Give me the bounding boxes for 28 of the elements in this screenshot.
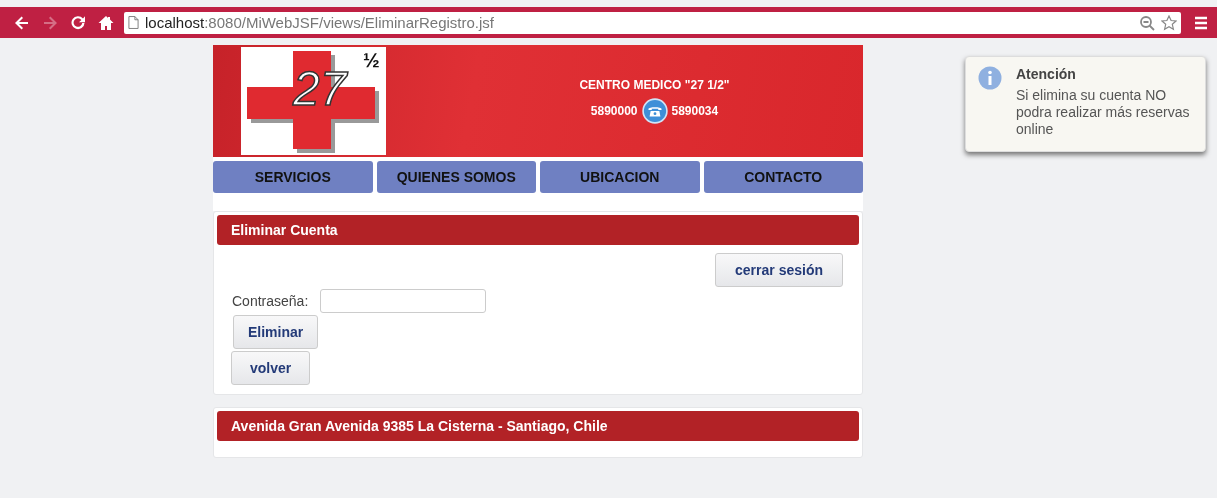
star-icon[interactable] [1161, 14, 1177, 31]
nav-link[interactable]: SERVICIOS [213, 161, 373, 193]
home-icon[interactable] [98, 14, 114, 31]
address-text: Avenida Gran Avenida 9385 La Cisterna - Santiago, Chile [217, 411, 859, 441]
menu-icon[interactable] [1193, 14, 1209, 31]
zoom-out-icon[interactable] [1139, 14, 1155, 31]
info-icon [978, 66, 1002, 90]
phone-number: 5890000 [590, 104, 638, 118]
nav-link[interactable]: UBICACION [540, 161, 700, 193]
logout-button[interactable]: cerrar sesión [715, 253, 843, 287]
clinic-name: CENTRO MEDICO "27 1/2" [579, 78, 730, 92]
notification-message: Si elimina su cuenta NO podra realizar más reservas online [1016, 87, 1191, 138]
password-field[interactable] [320, 289, 487, 313]
nav-link[interactable]: CONTACTO [703, 161, 863, 193]
address-bar[interactable]: localhost:8080/MiWebJSF/views/EliminarRegistro.jsf [124, 11, 1181, 34]
password-label: Contraseña: [232, 293, 309, 309]
page-icon [128, 16, 139, 29]
logo-fraction: ½ [363, 49, 380, 72]
reload-icon[interactable] [70, 14, 86, 31]
panel-title: Eliminar Cuenta [217, 215, 859, 245]
url-text: localhost:8080/MiWebJSF/views/EliminarRegistro.jsf [145, 14, 495, 31]
notification-title: Atención [1016, 66, 1077, 82]
phone-number: 5890034 [671, 104, 719, 118]
telephone-icon [641, 98, 668, 124]
back-icon[interactable] [14, 14, 30, 31]
nav-link[interactable]: QUIENES SOMOS [376, 161, 536, 193]
delete-button[interactable]: Eliminar [233, 315, 319, 349]
back-button[interactable]: volver [231, 351, 311, 385]
